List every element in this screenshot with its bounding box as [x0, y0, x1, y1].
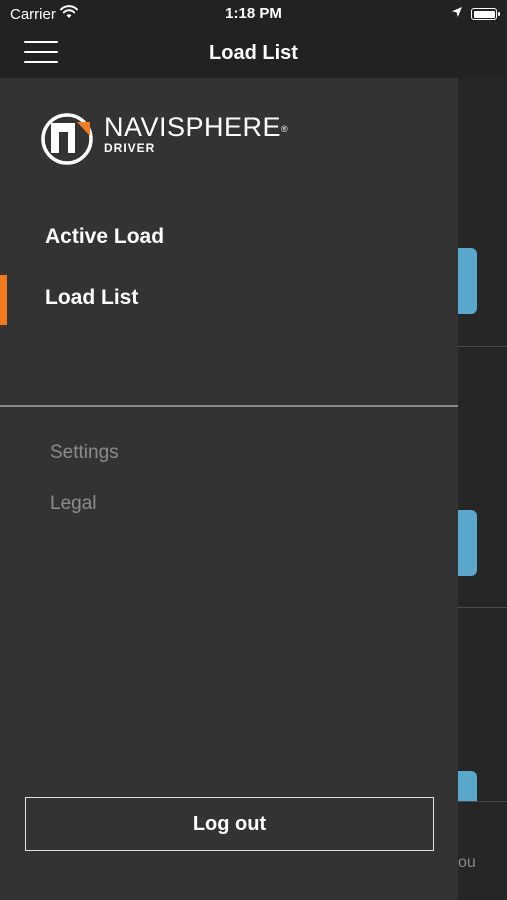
- load-card-divider: [458, 801, 507, 802]
- status-right: [451, 5, 500, 23]
- menu-item-label: Active Load: [45, 225, 165, 248]
- background-partial-text: ou: [458, 854, 476, 871]
- load-card-button[interactable]: [458, 510, 477, 576]
- logo-text: NAVISPHERE® DRIVER: [104, 112, 288, 155]
- load-card-divider: [458, 607, 507, 608]
- load-list-background: ou: [458, 78, 507, 900]
- nav-bar: Load List: [0, 28, 507, 78]
- logo-brand-name: NAVISPHERE: [104, 112, 282, 142]
- logo-subtitle: DRIVER: [104, 141, 156, 155]
- navisphere-logo: NAVISPHERE® DRIVER: [40, 112, 288, 171]
- load-card-button[interactable]: [458, 248, 477, 314]
- navisphere-logo-icon: [40, 112, 94, 171]
- menu-item-settings[interactable]: Settings: [50, 442, 119, 464]
- menu-item-active-load[interactable]: Active Load: [0, 214, 458, 264]
- drawer-divider: [0, 405, 458, 407]
- battery-icon: [471, 8, 500, 20]
- side-drawer: NAVISPHERE® DRIVER Active Load Load List…: [0, 78, 458, 900]
- location-arrow-icon: [451, 5, 463, 23]
- load-card-divider: [458, 346, 507, 347]
- menu-item-load-list[interactable]: Load List: [0, 275, 458, 325]
- page-title: Load List: [209, 42, 298, 64]
- status-bar: Carrier 1:18 PM: [0, 0, 507, 28]
- status-time: 1:18 PM: [225, 5, 282, 22]
- logo-brand: NAVISPHERE®: [104, 112, 288, 142]
- load-card-button[interactable]: [458, 771, 477, 801]
- menu-item-label: Load List: [45, 286, 139, 309]
- menu-item-legal[interactable]: Legal: [50, 493, 97, 515]
- logout-button[interactable]: Log out: [25, 797, 434, 851]
- selected-indicator: [0, 275, 7, 325]
- registered-mark: ®: [281, 124, 289, 134]
